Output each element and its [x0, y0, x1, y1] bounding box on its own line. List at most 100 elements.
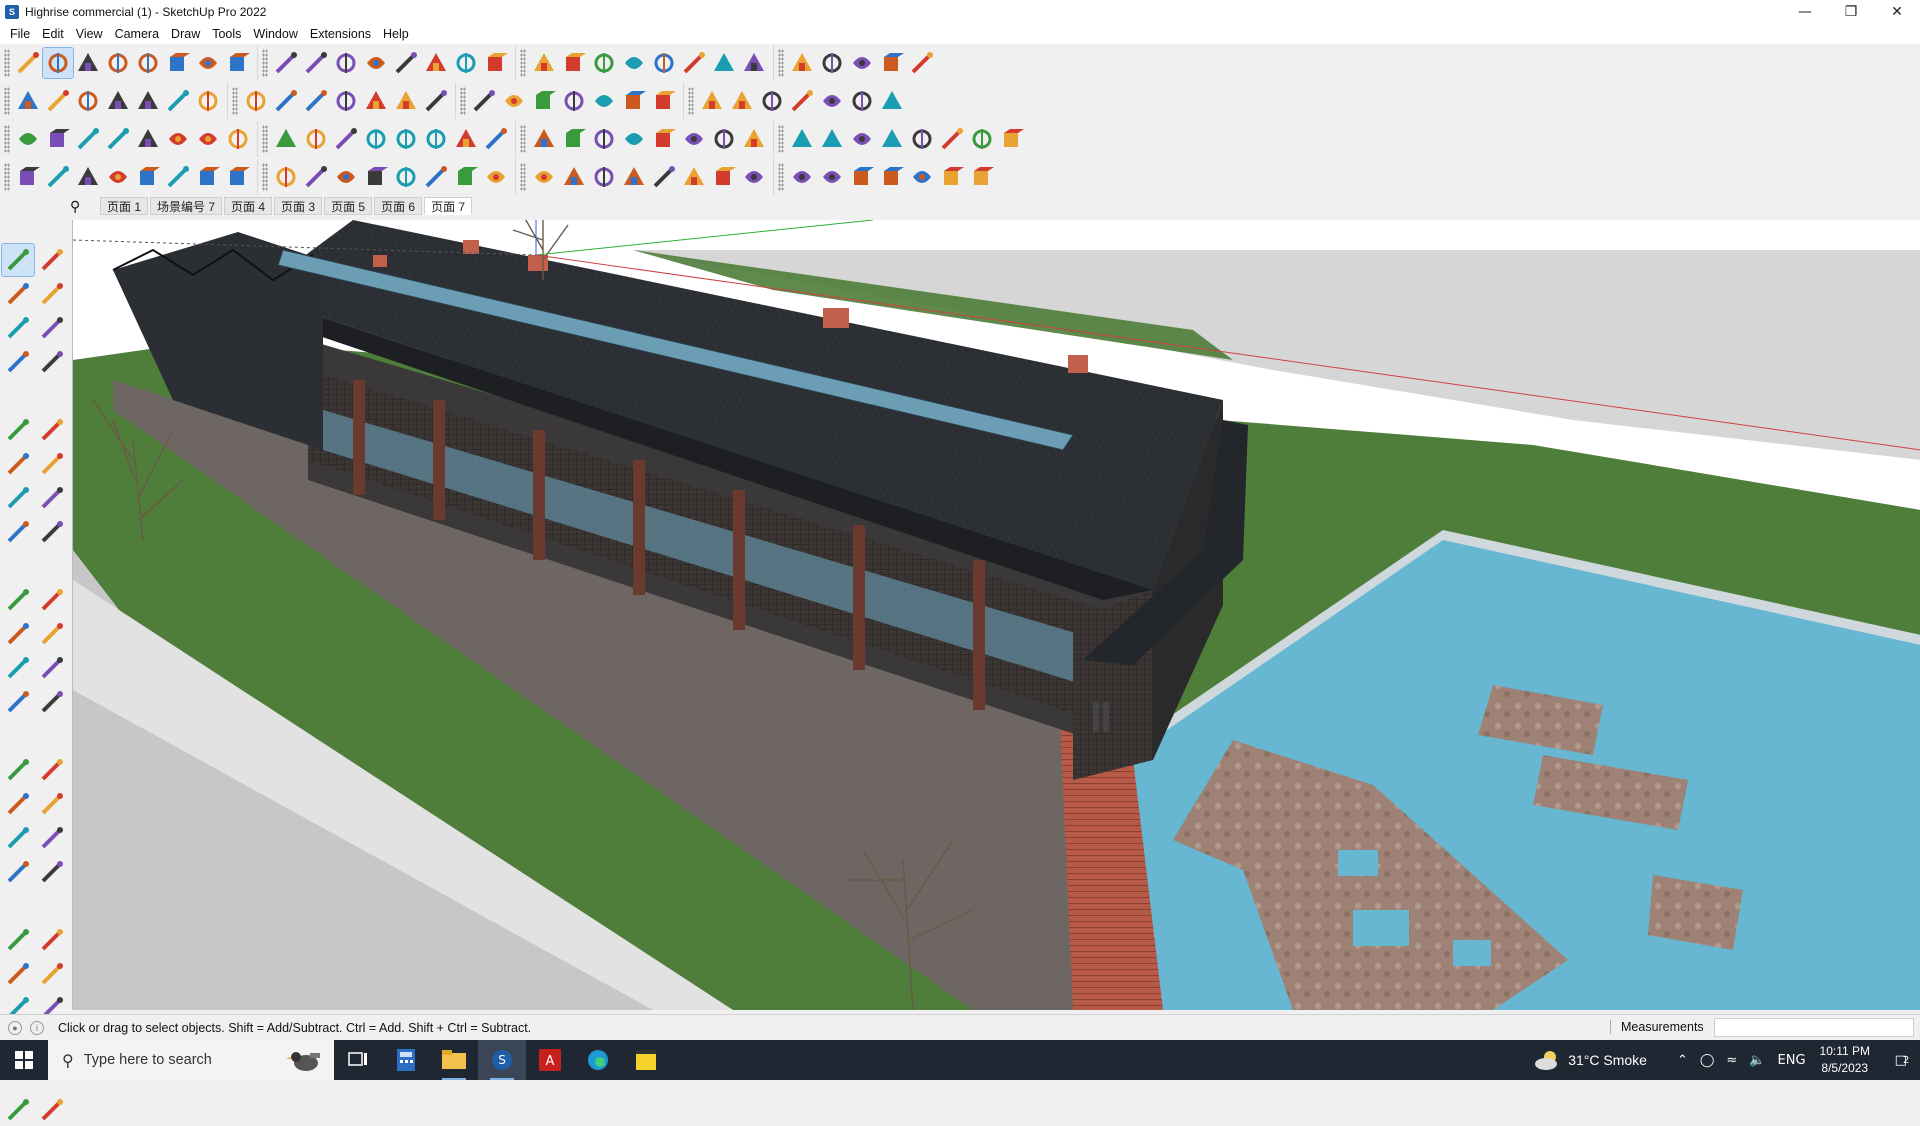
- fence-tool-icon[interactable]: [481, 162, 511, 192]
- paint-bucket-tool-icon[interactable]: [391, 48, 421, 78]
- toolbar-grip[interactable]: [778, 125, 784, 153]
- window-tool-icon[interactable]: [877, 124, 907, 154]
- select-tool-icon[interactable]: [42, 47, 74, 79]
- menu-extensions[interactable]: Extensions: [304, 27, 377, 41]
- zoom-extents-tool-icon[interactable]: [529, 48, 559, 78]
- skin-tool-icon[interactable]: [223, 162, 253, 192]
- vertex-tool-icon[interactable]: [13, 162, 43, 192]
- tile-tool-icon[interactable]: [877, 162, 907, 192]
- right-view-icon[interactable]: [103, 86, 133, 116]
- polyline-tool-icon[interactable]: [43, 162, 73, 192]
- sticky-notes-app[interactable]: [622, 1040, 670, 1080]
- railing-tool-icon[interactable]: [967, 124, 997, 154]
- solid-subtract-icon[interactable]: [757, 86, 787, 116]
- shaded-textures-style-icon[interactable]: [391, 86, 421, 116]
- notifications-button[interactable]: □ 2: [1884, 1053, 1920, 1068]
- hidden-line-style-icon[interactable]: [331, 86, 361, 116]
- edge-app[interactable]: [574, 1040, 622, 1080]
- stair-tool-icon[interactable]: [937, 124, 967, 154]
- truss-tool-icon[interactable]: [997, 124, 1027, 154]
- search-icon[interactable]: ⚲: [70, 198, 88, 215]
- make-component-icon[interactable]: [2, 312, 34, 344]
- extension-warehouse-tool-icon[interactable]: [589, 48, 619, 78]
- windows-start-button[interactable]: [0, 1040, 48, 1080]
- array-tool-icon[interactable]: [391, 162, 421, 192]
- restore-button[interactable]: ❐: [1828, 0, 1874, 24]
- zoom-icon[interactable]: [2, 856, 34, 888]
- arc-icon[interactable]: [2, 482, 34, 514]
- panel-tool-icon[interactable]: [817, 162, 847, 192]
- orbit-icon[interactable]: [36, 244, 68, 276]
- dynamic-component-icon[interactable]: [619, 86, 649, 116]
- toolbar-grip[interactable]: [262, 163, 268, 191]
- scene-tab-5[interactable]: 页面 5: [324, 197, 373, 215]
- styles-tool-icon[interactable]: [907, 48, 937, 78]
- bend-tool-icon[interactable]: [271, 162, 301, 192]
- text-tool-icon[interactable]: [361, 48, 391, 78]
- move-icon[interactable]: [2, 584, 34, 616]
- pipe-tool-icon[interactable]: [331, 124, 361, 154]
- loft-tool-icon[interactable]: [163, 162, 193, 192]
- zoom-tool-icon[interactable]: [13, 48, 43, 78]
- pan-tool-icon[interactable]: [451, 48, 481, 78]
- scene-tab-1[interactable]: 页面 1: [100, 197, 149, 215]
- hatch-tool-icon[interactable]: [847, 162, 877, 192]
- paint-bucket-icon[interactable]: [2, 278, 34, 310]
- scene-tab-7[interactable]: 页面 7: [424, 197, 473, 215]
- section-fill-icon[interactable]: [2, 1094, 34, 1126]
- zoom-window-tool-icon[interactable]: [481, 48, 511, 78]
- section-cut-tool-icon[interactable]: [709, 48, 739, 78]
- 3d-text-icon[interactable]: [36, 788, 68, 820]
- menu-view[interactable]: View: [70, 27, 109, 41]
- scatter-tool-icon[interactable]: [451, 162, 481, 192]
- offset-tool-icon[interactable]: [649, 124, 679, 154]
- scene-tab-4[interactable]: 页面 3: [274, 197, 323, 215]
- stair-tool-2-icon[interactable]: [679, 162, 709, 192]
- menu-help[interactable]: Help: [377, 27, 415, 41]
- grid-tool-icon[interactable]: [847, 124, 877, 154]
- sandbox-tool-icon[interactable]: [817, 48, 847, 78]
- paint-red-icon[interactable]: [133, 124, 163, 154]
- toolbar-grip[interactable]: [778, 163, 784, 191]
- menu-draw[interactable]: Draw: [165, 27, 206, 41]
- taper-tool-icon[interactable]: [331, 162, 361, 192]
- arc-tool-icon[interactable]: [133, 48, 163, 78]
- monochrome-style-icon[interactable]: [421, 86, 451, 116]
- select-icon[interactable]: [1, 243, 35, 277]
- hook-tool-icon[interactable]: [559, 124, 589, 154]
- wireframe-style-icon[interactable]: [301, 86, 331, 116]
- house-component-icon[interactable]: [469, 86, 499, 116]
- scene-tab-6[interactable]: 页面 6: [374, 197, 423, 215]
- section-plane-tool-icon[interactable]: [679, 48, 709, 78]
- scale-icon[interactable]: [2, 652, 34, 684]
- eraser-tool-icon[interactable]: [73, 48, 103, 78]
- slab-tool-icon[interactable]: [619, 162, 649, 192]
- paint-yellow-icon[interactable]: [73, 124, 103, 154]
- bottom-view-icon[interactable]: [193, 86, 223, 116]
- previous-view-icon[interactable]: [36, 924, 68, 956]
- drawing-viewport[interactable]: [72, 220, 1920, 1010]
- calculator-app[interactable]: [382, 1040, 430, 1080]
- pie-icon[interactable]: [36, 516, 68, 548]
- layout-tool-icon[interactable]: [619, 48, 649, 78]
- circle-icon[interactable]: [2, 448, 34, 480]
- solid-split-icon[interactable]: [847, 86, 877, 116]
- house-window-icon[interactable]: [589, 86, 619, 116]
- menu-tools[interactable]: Tools: [206, 27, 247, 41]
- orbit-tool-icon[interactable]: [421, 48, 451, 78]
- fillet-tool-icon[interactable]: [73, 162, 103, 192]
- protractor-icon[interactable]: [2, 754, 34, 786]
- curve-tool-icon[interactable]: [163, 124, 193, 154]
- zoom-extents-icon[interactable]: [2, 924, 34, 956]
- shelf-tool-icon[interactable]: [223, 124, 253, 154]
- offset-icon[interactable]: [36, 652, 68, 684]
- outer-shell-icon[interactable]: [877, 86, 907, 116]
- solid-intersect-icon[interactable]: [787, 86, 817, 116]
- follow-me-icon[interactable]: [36, 618, 68, 650]
- pencil-tool-icon[interactable]: [649, 86, 679, 116]
- back-view-icon[interactable]: [133, 86, 163, 116]
- shapes-tool-icon[interactable]: [163, 48, 193, 78]
- twist-tool-icon[interactable]: [301, 162, 331, 192]
- toolbar-grip[interactable]: [4, 163, 10, 191]
- dimension-icon[interactable]: [36, 686, 68, 718]
